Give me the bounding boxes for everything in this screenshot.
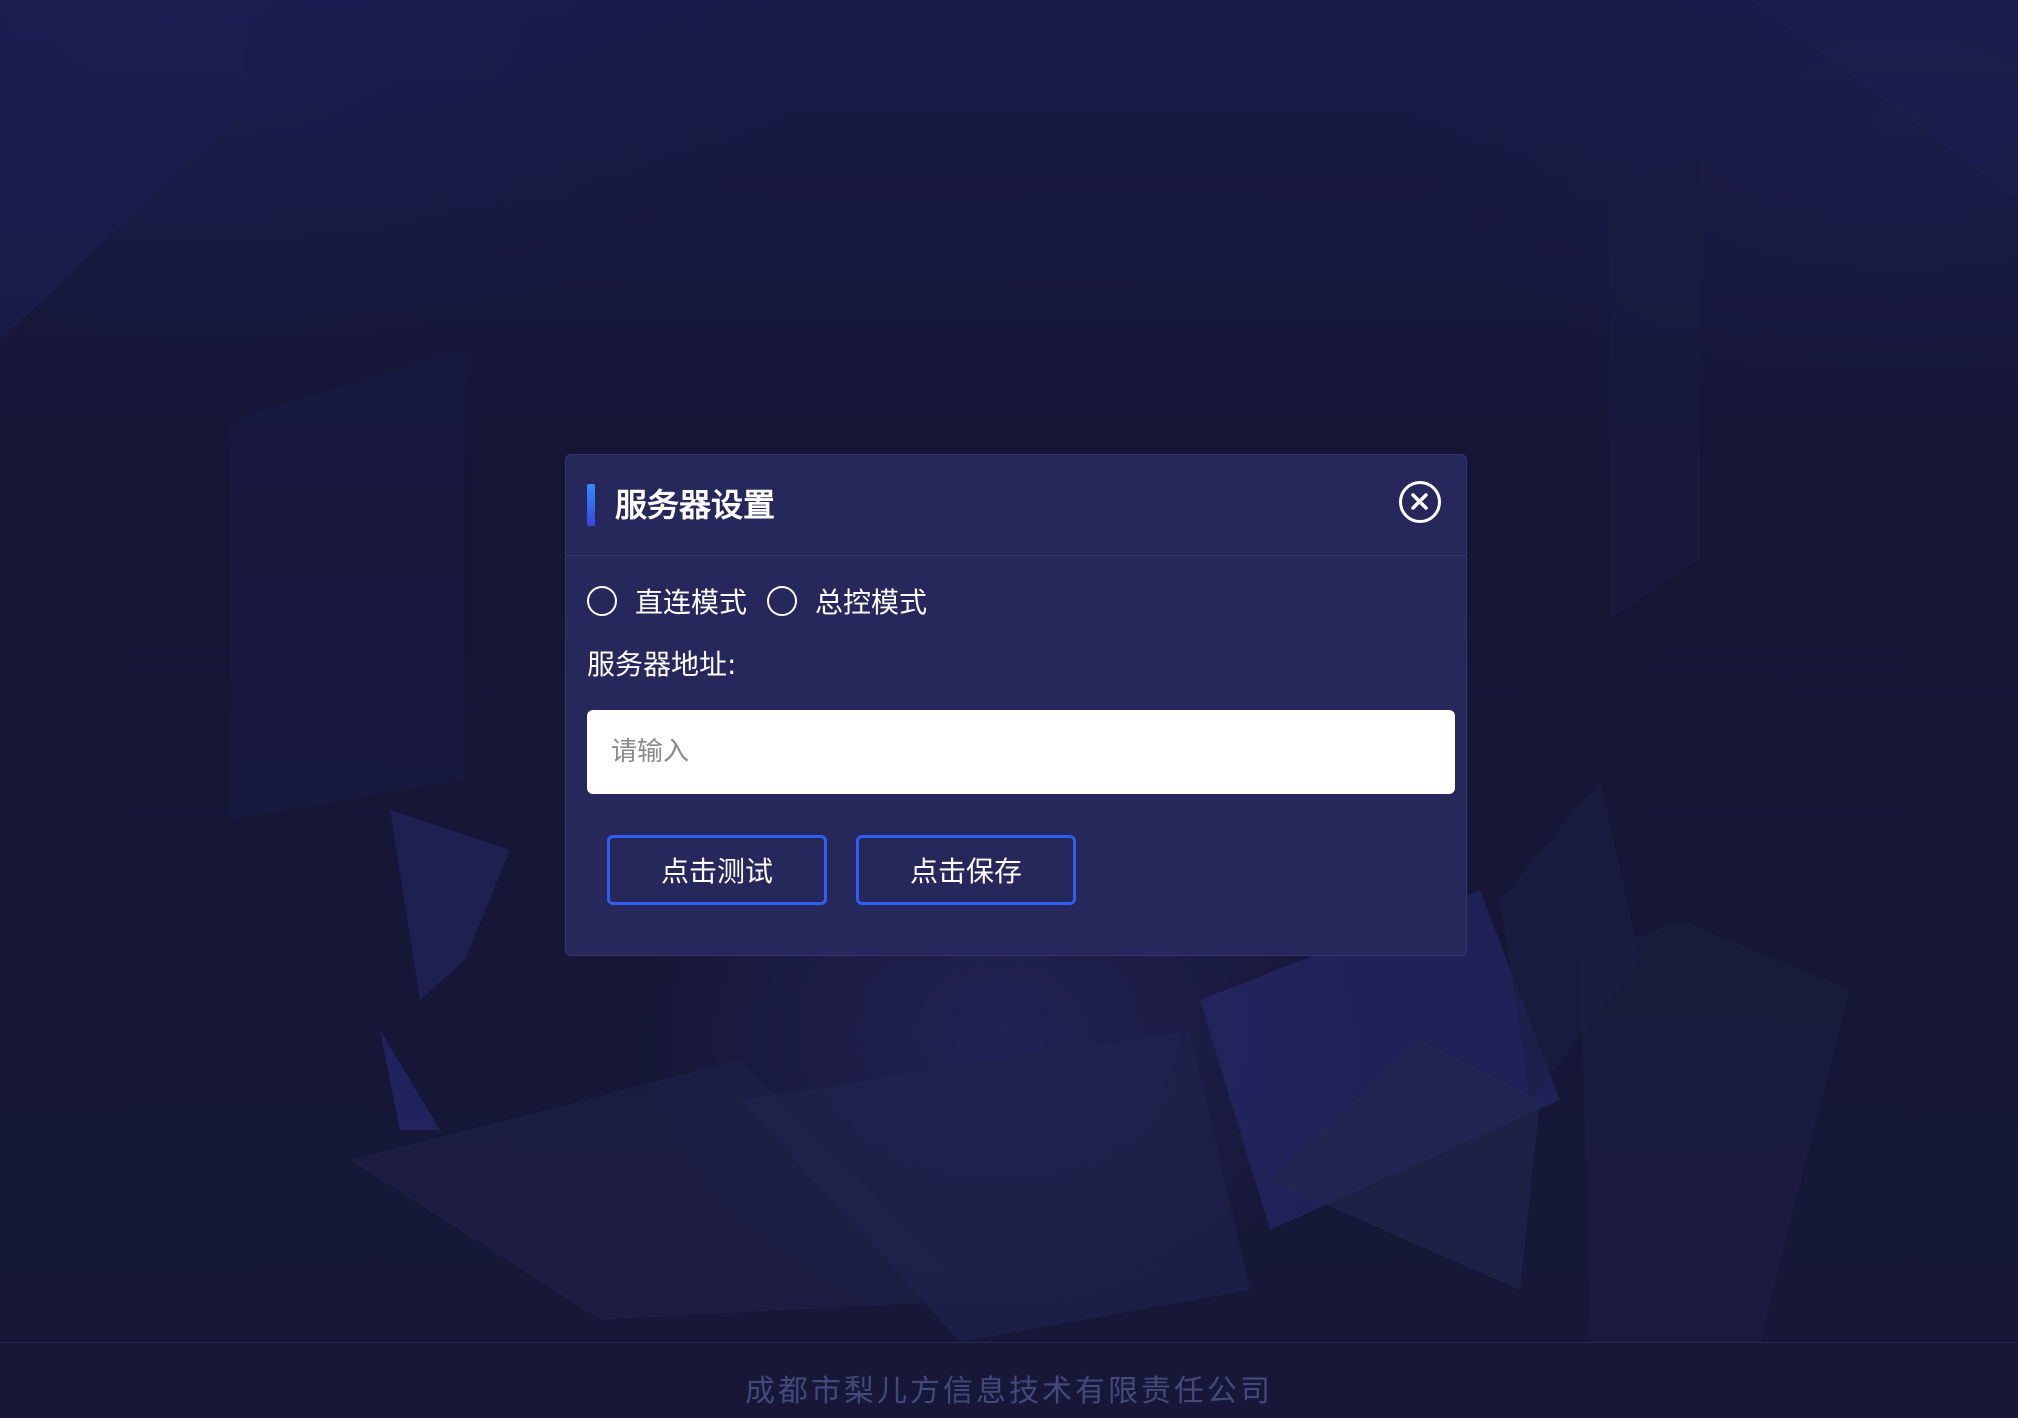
close-button[interactable] [1399, 481, 1441, 523]
dialog-header: 服务器设置 [566, 455, 1466, 556]
radio-master-mode[interactable]: 总控模式 [767, 581, 927, 621]
dialog-title: 服务器设置 [615, 486, 776, 524]
footer-divider [0, 1342, 2018, 1343]
server-settings-dialog: 服务器设置 直连模式 总控模式 服务器地址: 点击测试 点击保存 [565, 454, 1467, 956]
radio-circle[interactable] [587, 586, 617, 616]
test-button[interactable]: 点击测试 [607, 835, 827, 905]
server-address-input[interactable] [587, 710, 1455, 794]
radio-label-master: 总控模式 [815, 586, 928, 619]
mode-radio-group: 直连模式 总控模式 [587, 581, 947, 621]
close-icon [1411, 493, 1428, 510]
radio-direct-mode[interactable]: 直连模式 [587, 581, 747, 621]
save-button[interactable]: 点击保存 [856, 835, 1076, 905]
title-accent-bar [587, 484, 595, 526]
server-address-label: 服务器地址: [587, 648, 737, 681]
footer-company-name: 成都市梨儿方信息技术有限责任公司 [745, 1374, 1273, 1409]
radio-circle[interactable] [767, 586, 798, 616]
radio-label-direct: 直连模式 [635, 586, 748, 619]
